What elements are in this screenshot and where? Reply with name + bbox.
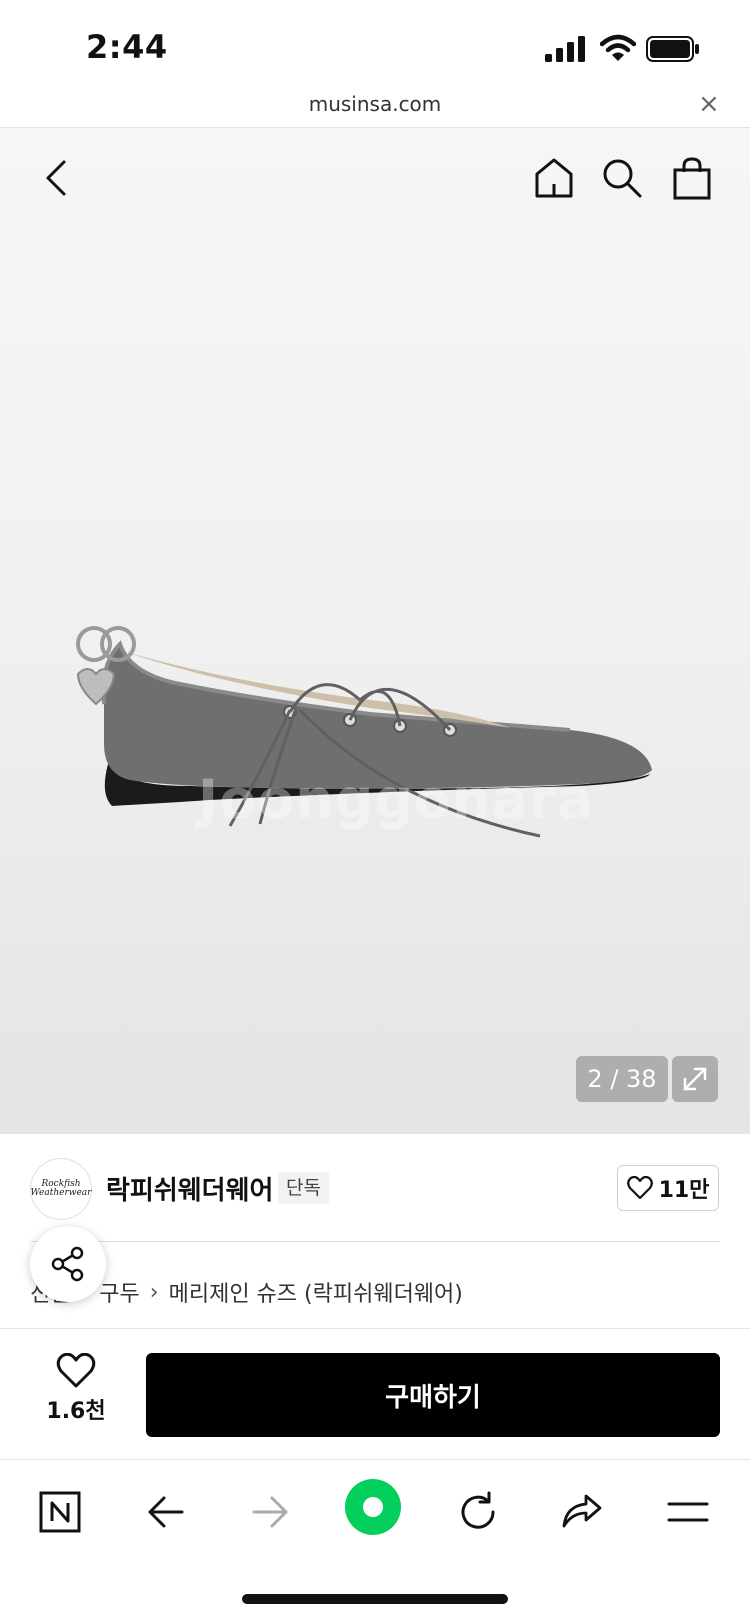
share-icon bbox=[51, 1246, 84, 1282]
arrow-left-icon bbox=[148, 1496, 184, 1528]
divider bbox=[30, 1241, 720, 1242]
expand-image-button[interactable] bbox=[672, 1056, 718, 1102]
brand-logo[interactable]: Rockfish Weatherwear bbox=[30, 1158, 92, 1220]
heart-icon bbox=[626, 1176, 653, 1200]
back-icon bbox=[46, 160, 66, 196]
browser-toolbar bbox=[0, 1459, 750, 1559]
browser-back-button[interactable] bbox=[136, 1482, 196, 1542]
close-icon[interactable]: × bbox=[698, 90, 720, 118]
brand-name[interactable]: 락피쉬웨더웨어 bbox=[106, 1170, 273, 1207]
chevron-right-icon: › bbox=[149, 1279, 159, 1305]
home-icon bbox=[535, 158, 573, 198]
wifi-icon bbox=[600, 34, 636, 61]
cellular-signal-icon bbox=[545, 36, 585, 62]
arrow-right-icon bbox=[252, 1496, 288, 1528]
browser-forward-button[interactable] bbox=[240, 1482, 300, 1542]
status-time: 2:44 bbox=[86, 28, 168, 66]
product-image-gallery[interactable]: Joonggonara 2 / 38 bbox=[0, 128, 750, 1134]
url-bar[interactable]: musinsa.com × bbox=[0, 86, 750, 128]
search-button[interactable] bbox=[594, 150, 650, 206]
wishlist-count: 1.6천 bbox=[46, 1399, 106, 1424]
status-bar: 2:44 bbox=[0, 0, 750, 90]
exclusive-badge: 단독 bbox=[278, 1172, 329, 1204]
url-text[interactable]: musinsa.com bbox=[0, 92, 750, 116]
heart-icon bbox=[56, 1353, 96, 1388]
shopping-bag-icon bbox=[673, 157, 711, 200]
purchase-bar: 1.6천 구매하기 bbox=[0, 1329, 750, 1459]
breadcrumb-item[interactable]: 메리제인 슈즈 (락피쉬웨더웨어) bbox=[169, 1276, 463, 1308]
refresh-icon bbox=[461, 1491, 495, 1529]
breadcrumb-item[interactable]: 구두 bbox=[99, 1276, 139, 1308]
shopping-bag-button[interactable] bbox=[664, 150, 720, 206]
menu-icon bbox=[667, 1502, 709, 1522]
home-button[interactable] bbox=[526, 150, 582, 206]
menu-button[interactable] bbox=[658, 1482, 718, 1542]
green-dot-button[interactable] bbox=[344, 1478, 402, 1536]
share-page-button[interactable] bbox=[552, 1482, 612, 1542]
search-icon bbox=[603, 159, 642, 198]
brand-like-button[interactable]: 11만 bbox=[617, 1165, 719, 1211]
battery-icon bbox=[646, 36, 699, 62]
brand-logo-line: Weatherwear bbox=[30, 1188, 92, 1198]
product-shoe-image bbox=[76, 626, 653, 838]
image-page-counter: 2 / 38 bbox=[576, 1056, 668, 1102]
refresh-button[interactable] bbox=[448, 1482, 508, 1542]
back-button[interactable] bbox=[28, 150, 84, 206]
wishlist-button[interactable]: 1.6천 bbox=[40, 1353, 112, 1433]
expand-icon bbox=[683, 1067, 707, 1091]
naver-icon bbox=[39, 1491, 81, 1533]
green-dot-icon bbox=[345, 1479, 401, 1535]
share-button[interactable] bbox=[30, 1226, 106, 1302]
watermark-text: Joonggonara bbox=[198, 768, 595, 831]
brand-like-count: 11만 bbox=[658, 1178, 710, 1203]
naver-home-button[interactable] bbox=[30, 1482, 90, 1542]
home-indicator bbox=[242, 1594, 508, 1604]
buy-button[interactable]: 구매하기 bbox=[146, 1353, 720, 1437]
share-arrow-icon bbox=[562, 1494, 602, 1528]
brand-row: Rockfish Weatherwear 락피쉬웨더웨어 단독 11만 bbox=[0, 1134, 750, 1242]
